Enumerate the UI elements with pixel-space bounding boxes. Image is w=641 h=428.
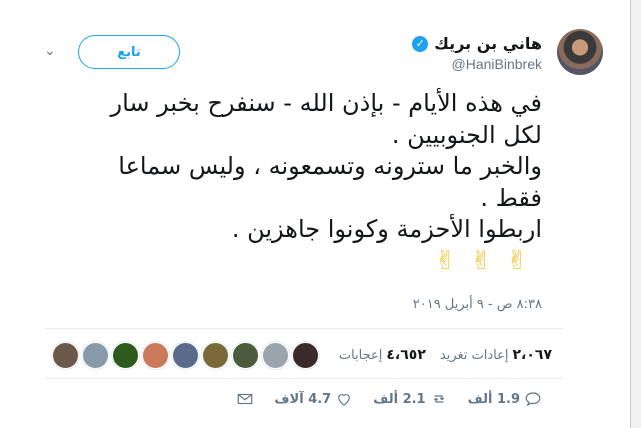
liker-avatar[interactable] <box>292 342 319 369</box>
reply-icon <box>525 392 541 407</box>
retweet-count: ٢،٠٦٧ <box>512 347 553 363</box>
verified-badge-icon: ✓ <box>412 35 429 52</box>
liker-avatar[interactable] <box>142 342 169 369</box>
retweet-action[interactable]: 2.1 ألف <box>373 390 447 408</box>
tweet-stats: ٢،٠٦٧ إعادات تغريد ٤،٦٥٢ إعجابات <box>325 342 552 368</box>
liker-avatar[interactable] <box>232 342 259 369</box>
user-avatar[interactable] <box>557 29 603 75</box>
victory-hand-emoji: ✌✌✌ <box>434 245 542 276</box>
like-action-count: 4.7 آلاف <box>274 391 332 407</box>
direct-message-action[interactable] <box>236 390 254 408</box>
like-stat[interactable]: ٤،٦٥٢ إعجابات <box>339 347 426 363</box>
tweet-line: في هذه الأيام - بإذن الله - سنفرح بخبر س… <box>110 89 542 117</box>
liker-avatars <box>52 342 319 369</box>
reply-action[interactable]: 1.9 ألف <box>468 390 542 408</box>
liker-avatar[interactable] <box>112 342 139 369</box>
like-count: ٤،٦٥٢ <box>386 347 426 363</box>
retweet-stat[interactable]: ٢،٠٦٧ إعادات تغريد <box>440 347 552 363</box>
divider <box>45 378 563 379</box>
liker-avatar[interactable] <box>82 342 109 369</box>
divider <box>45 328 563 329</box>
tweet-line: والخبر ما سترونه وتسمعونه ، وليس سماعا <box>118 152 542 180</box>
retweet-label: إعادات تغريد <box>439 347 509 363</box>
chevron-down-icon[interactable]: ⌄ <box>44 44 58 58</box>
follow-button[interactable]: تابع <box>78 35 180 69</box>
heart-icon <box>338 394 351 406</box>
reply-count: 1.9 ألف <box>467 391 520 407</box>
display-name[interactable]: هاني بن بريك <box>434 34 542 53</box>
tweet-line: لكل الجنوبيين . <box>391 120 542 149</box>
liker-avatar[interactable] <box>52 342 79 369</box>
like-action[interactable]: 4.7 آلاف <box>274 390 353 408</box>
tweet-timestamp[interactable]: ٨:٣٨ ص - ٩ أبريل ٢٠١٩ <box>413 297 542 312</box>
tweet-actions: 1.9 ألف 2.1 ألف 4.7 آلاف <box>236 390 542 408</box>
envelope-icon <box>238 393 253 405</box>
user-name-row[interactable]: هاني بن بريك ✓ <box>412 34 542 53</box>
user-handle[interactable]: @HaniBinbrek <box>452 56 542 72</box>
retweet-icon <box>433 395 444 403</box>
scrollbar[interactable] <box>631 0 641 428</box>
retweet-action-count: 2.1 ألف <box>373 391 426 407</box>
liker-avatar[interactable] <box>262 342 289 369</box>
tweet-line: فقط . <box>480 183 542 212</box>
tweet-text: في هذه الأيام - بإذن الله - سنفرح بخبر س… <box>12 88 542 277</box>
tweet-line: اربطوا الأحزمة وكونوا جاهزين . <box>231 215 542 243</box>
tweet-card: هاني بن بريك ✓ @HaniBinbrek تابع ⌄ في هذ… <box>0 0 631 428</box>
liker-avatar[interactable] <box>202 342 229 369</box>
like-label: إعجابات <box>338 347 383 363</box>
liker-avatar[interactable] <box>172 342 199 369</box>
